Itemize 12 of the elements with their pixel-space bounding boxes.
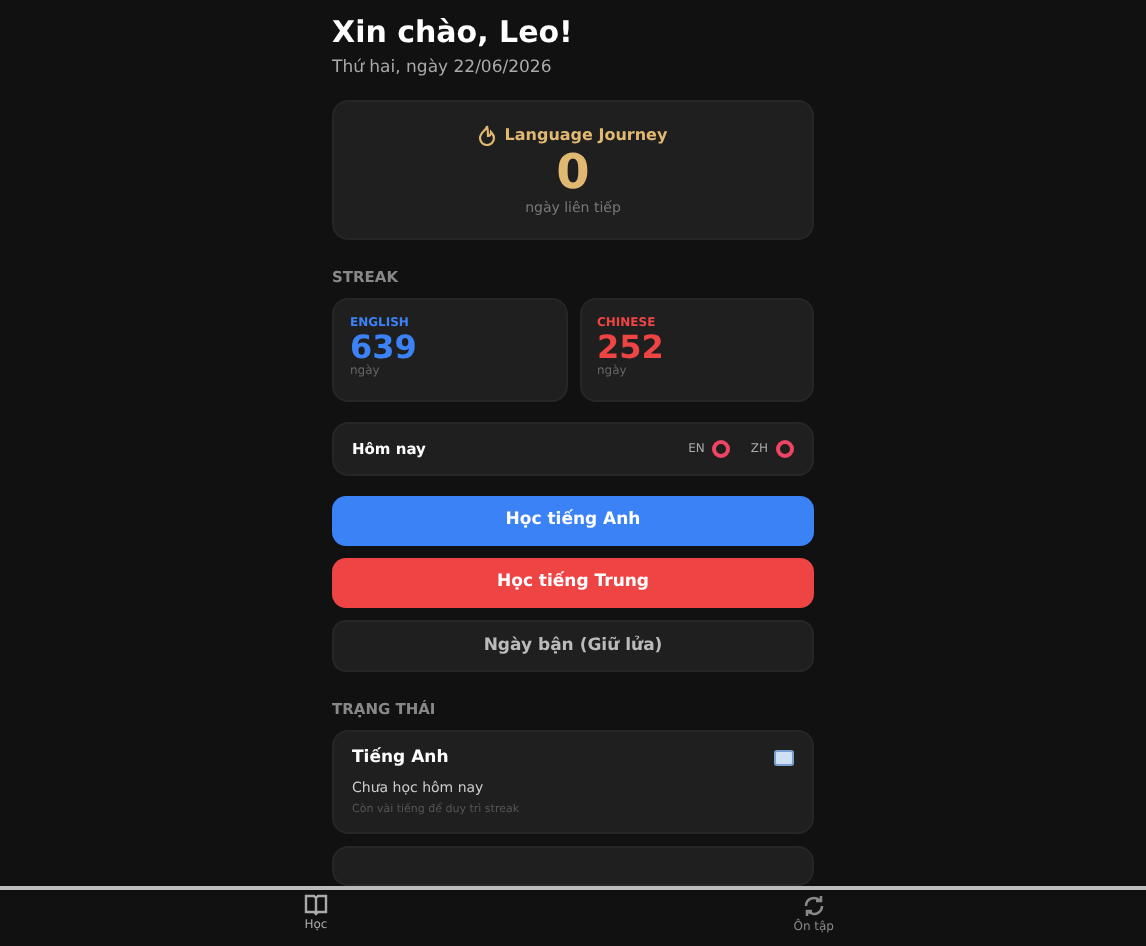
streak-count: 0 [556,146,590,200]
status-title: Tiếng Anh [352,748,449,769]
study-button[interactable]: Học tiếng Trung [332,557,814,608]
refresh-icon [801,894,826,918]
journey-title: Language Journey [504,126,668,145]
study-button[interactable]: Học tiếng Anh [332,495,814,546]
streak-count: 639 [350,329,419,365]
streak-count: 252 [597,329,666,365]
greeting: Xin chào, Leo! [332,14,575,50]
date-text: Thứ hai, ngày 22/06/2026 [332,58,554,78]
flame-icon [478,124,497,147]
busy-day-button[interactable]: Ngày bận (Giữ lửa) [332,619,814,673]
